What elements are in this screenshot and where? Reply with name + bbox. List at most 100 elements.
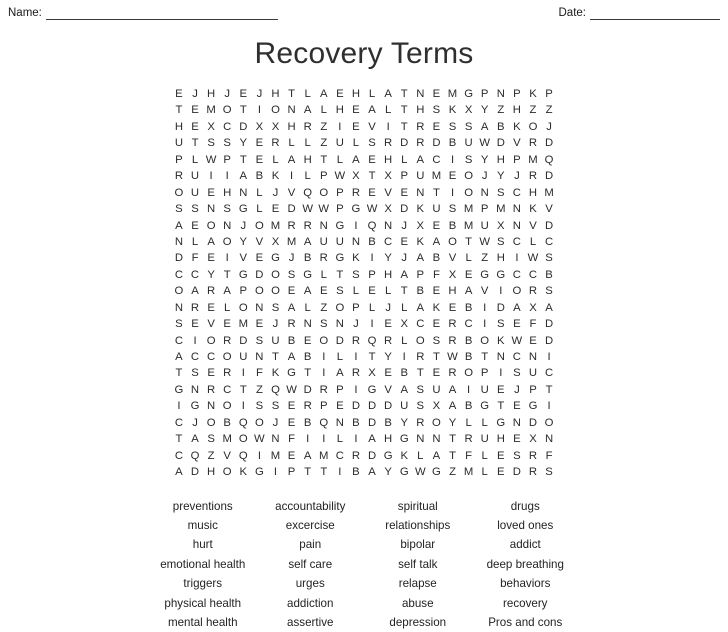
grid-cell[interactable]: L	[461, 250, 477, 266]
grid-cell[interactable]: G	[332, 250, 348, 266]
grid-cell[interactable]: U	[477, 218, 493, 234]
grid-cell[interactable]: I	[235, 365, 251, 381]
grid-cell[interactable]: T	[235, 382, 251, 398]
grid-cell[interactable]: H	[284, 119, 300, 135]
grid-cell[interactable]: Q	[235, 415, 251, 431]
grid-cell[interactable]: O	[251, 218, 267, 234]
grid-cell[interactable]: O	[412, 333, 428, 349]
grid-cell[interactable]: B	[300, 415, 316, 431]
grid-cell[interactable]: T	[412, 365, 428, 381]
grid-cell[interactable]: C	[171, 448, 187, 464]
word-list-item[interactable]: mental health	[149, 613, 257, 632]
grid-cell[interactable]: R	[300, 119, 316, 135]
grid-cell[interactable]: D	[396, 201, 412, 217]
grid-cell[interactable]: U	[428, 201, 444, 217]
word-list-item[interactable]: spiritual	[364, 497, 472, 516]
grid-cell[interactable]: X	[525, 431, 541, 447]
grid-cell[interactable]: H	[348, 86, 364, 102]
grid-cell[interactable]: M	[428, 168, 444, 184]
grid-cell[interactable]: T	[171, 431, 187, 447]
grid-cell[interactable]: S	[219, 201, 235, 217]
grid-cell[interactable]: N	[380, 218, 396, 234]
grid-cell[interactable]: H	[267, 86, 283, 102]
grid-cell[interactable]: E	[203, 365, 219, 381]
grid-cell[interactable]: S	[461, 152, 477, 168]
grid-cell[interactable]: E	[380, 365, 396, 381]
grid-cell[interactable]: W	[477, 135, 493, 151]
grid-cell[interactable]: F	[461, 448, 477, 464]
grid-cell[interactable]: T	[364, 349, 380, 365]
grid-cell[interactable]: E	[203, 185, 219, 201]
grid-cell[interactable]: D	[493, 135, 509, 151]
grid-cell[interactable]: V	[284, 185, 300, 201]
grid-cell[interactable]: K	[396, 448, 412, 464]
grid-cell[interactable]: S	[509, 448, 525, 464]
grid-cell[interactable]: D	[525, 415, 541, 431]
grid-cell[interactable]: O	[316, 333, 332, 349]
grid-cell[interactable]: O	[541, 415, 557, 431]
grid-cell[interactable]: O	[219, 102, 235, 118]
grid-cell[interactable]: Y	[444, 415, 460, 431]
grid-cell[interactable]: S	[316, 316, 332, 332]
grid-cell[interactable]: L	[461, 415, 477, 431]
grid-cell[interactable]: S	[412, 382, 428, 398]
grid-cell[interactable]: K	[235, 464, 251, 480]
grid-cell[interactable]: N	[251, 349, 267, 365]
grid-cell[interactable]: I	[348, 382, 364, 398]
grid-cell[interactable]: A	[171, 218, 187, 234]
grid-cell[interactable]: E	[284, 398, 300, 414]
word-list-item[interactable]: addiction	[257, 594, 365, 613]
grid-cell[interactable]: I	[509, 250, 525, 266]
word-list-item[interactable]: behaviors	[472, 574, 580, 593]
grid-cell[interactable]: N	[235, 185, 251, 201]
grid-cell[interactable]: Y	[203, 267, 219, 283]
grid-cell[interactable]: V	[380, 185, 396, 201]
grid-cell[interactable]: L	[267, 152, 283, 168]
grid-cell[interactable]: E	[428, 283, 444, 299]
grid-cell[interactable]: R	[187, 300, 203, 316]
grid-cell[interactable]: N	[348, 234, 364, 250]
grid-cell[interactable]: C	[509, 234, 525, 250]
grid-cell[interactable]: T	[396, 283, 412, 299]
grid-cell[interactable]: E	[493, 382, 509, 398]
grid-cell[interactable]: C	[171, 333, 187, 349]
grid-cell[interactable]: L	[348, 135, 364, 151]
grid-cell[interactable]: I	[477, 300, 493, 316]
grid-cell[interactable]: L	[348, 283, 364, 299]
grid-cell[interactable]: A	[412, 250, 428, 266]
grid-cell[interactable]: G	[396, 464, 412, 480]
grid-cell[interactable]: H	[412, 102, 428, 118]
grid-cell[interactable]: C	[219, 119, 235, 135]
grid-cell[interactable]: F	[284, 431, 300, 447]
grid-cell[interactable]: U	[412, 168, 428, 184]
grid-cell[interactable]: P	[477, 86, 493, 102]
grid-cell[interactable]: I	[251, 102, 267, 118]
grid-cell[interactable]: S	[541, 464, 557, 480]
grid-cell[interactable]: M	[267, 218, 283, 234]
grid-cell[interactable]: A	[364, 102, 380, 118]
grid-cell[interactable]: G	[477, 267, 493, 283]
grid-cell[interactable]: L	[380, 102, 396, 118]
grid-cell[interactable]: M	[267, 448, 283, 464]
grid-cell[interactable]: O	[525, 119, 541, 135]
grid-cell[interactable]: N	[219, 218, 235, 234]
grid-cell[interactable]: E	[251, 152, 267, 168]
grid-cell[interactable]: R	[348, 333, 364, 349]
grid-cell[interactable]: L	[412, 448, 428, 464]
grid-cell[interactable]: T	[235, 102, 251, 118]
grid-cell[interactable]: E	[525, 333, 541, 349]
grid-cell[interactable]: T	[396, 119, 412, 135]
grid-cell[interactable]: R	[300, 398, 316, 414]
grid-cell[interactable]: R	[300, 218, 316, 234]
grid-cell[interactable]: J	[509, 382, 525, 398]
grid-cell[interactable]: I	[284, 168, 300, 184]
grid-cell[interactable]: A	[300, 102, 316, 118]
grid-cell[interactable]: T	[284, 86, 300, 102]
grid-cell[interactable]: H	[493, 152, 509, 168]
grid-cell[interactable]: U	[428, 382, 444, 398]
grid-cell[interactable]: S	[187, 201, 203, 217]
grid-cell[interactable]: Y	[380, 250, 396, 266]
grid-cell[interactable]: L	[477, 448, 493, 464]
word-list-item[interactable]: abuse	[364, 594, 472, 613]
grid-cell[interactable]: O	[219, 234, 235, 250]
